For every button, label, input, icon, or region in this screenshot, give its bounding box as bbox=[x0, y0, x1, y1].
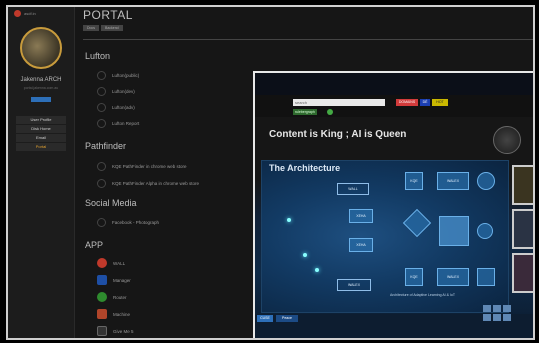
sidebar-item-disk-home[interactable]: Disk Home bbox=[16, 125, 66, 133]
give-me-5-app-icon[interactable] bbox=[97, 326, 107, 336]
page-title: PORTAL bbox=[83, 8, 133, 22]
node-kqe: KQE bbox=[405, 172, 423, 190]
tab-docs[interactable]: Docs bbox=[83, 25, 99, 31]
profile-action-button[interactable] bbox=[31, 97, 51, 102]
section-heading-lufton: Lufton bbox=[85, 51, 111, 61]
link-lufton-public[interactable]: Lufton(public) bbox=[112, 73, 139, 78]
node-wall: WALL bbox=[337, 183, 369, 195]
node-xeha-bottom: XEHA bbox=[349, 238, 373, 252]
tab-backend[interactable]: Backend bbox=[100, 25, 123, 31]
radio-icon[interactable] bbox=[97, 87, 106, 96]
sidebar-item-user-profile[interactable]: User Profile bbox=[16, 116, 66, 124]
app-wall[interactable]: WALL bbox=[113, 261, 125, 266]
wall-app-icon[interactable] bbox=[97, 258, 107, 268]
node-kqe-bottom: KQE bbox=[405, 268, 423, 286]
node-circle-icon bbox=[477, 172, 495, 190]
radio-icon[interactable] bbox=[97, 179, 106, 188]
machine-app-icon[interactable] bbox=[97, 309, 107, 319]
section-heading-social-media: Social Media bbox=[85, 198, 137, 208]
sidebar-item-email[interactable]: Email bbox=[16, 134, 66, 142]
app-machine[interactable]: Machine bbox=[113, 312, 130, 317]
peace-button[interactable]: Peace bbox=[276, 315, 298, 322]
list-item[interactable]: Give Me 5 bbox=[97, 326, 134, 336]
thumbnail-2[interactable] bbox=[512, 209, 533, 249]
cuse-button[interactable]: CUSE bbox=[257, 315, 273, 322]
tag-badge[interactable]: rulebergraph bbox=[293, 109, 317, 115]
link-lufton-report[interactable]: Lufton Report bbox=[112, 121, 139, 126]
domains-chip[interactable]: DOMAINS bbox=[396, 99, 418, 106]
router-app-icon[interactable] bbox=[97, 292, 107, 302]
hot-chip[interactable]: HOT bbox=[432, 99, 448, 106]
radio-icon[interactable] bbox=[97, 71, 106, 80]
sidebar: asdf.in Jakenna ARCH portal.jakenna.com.… bbox=[8, 7, 75, 338]
sidebar-item-portal[interactable]: Portal bbox=[16, 143, 66, 151]
thumbnail-3[interactable] bbox=[512, 253, 533, 293]
node-walex-top: WALEX bbox=[437, 172, 469, 190]
link-pathfinder[interactable]: KQE PathFinder in chrome web store bbox=[112, 164, 187, 169]
list-item[interactable]: KQE PathFinder in chrome web store bbox=[97, 162, 187, 171]
section-heading-pathfinder: Pathfinder bbox=[85, 141, 127, 151]
radio-icon[interactable] bbox=[97, 103, 106, 112]
thumbnail-strip bbox=[512, 165, 533, 297]
app-logo-icon[interactable] bbox=[14, 10, 21, 17]
radio-icon[interactable] bbox=[97, 162, 106, 171]
manager-app-icon[interactable] bbox=[97, 275, 107, 285]
list-item[interactable]: Facebook - Photograph bbox=[97, 218, 159, 227]
app-router[interactable]: Router bbox=[113, 295, 127, 300]
link-lufton-adv[interactable]: Lufton(adv) bbox=[112, 105, 135, 110]
link-pathfinder-alpha[interactable]: KQE PathFinder Alpha in chrome web store bbox=[112, 181, 199, 186]
list-item[interactable]: Lufton Report bbox=[97, 119, 139, 128]
seal-icon bbox=[493, 126, 521, 154]
sidebar-title: asdf.in bbox=[24, 11, 36, 16]
radio-icon[interactable] bbox=[97, 218, 106, 227]
list-item[interactable]: Lufton(adv) bbox=[97, 103, 135, 112]
architecture-caption: Architecture of Adaptive Learning AI & I… bbox=[390, 293, 455, 297]
glow-dot-icon bbox=[303, 253, 307, 257]
list-item[interactable]: KQE PathFinder Alpha in chrome web store bbox=[97, 179, 199, 188]
node-walex-bottom: WALEX bbox=[437, 268, 469, 286]
link-facebook[interactable]: Facebook - Photograph bbox=[112, 220, 159, 225]
list-item[interactable]: Lufton(dev) bbox=[97, 87, 135, 96]
node-xeha-top: XEHA bbox=[349, 209, 373, 223]
node-cube-icon bbox=[439, 216, 469, 246]
de-chip[interactable]: DÉ bbox=[420, 99, 430, 106]
status-dot-icon bbox=[327, 109, 333, 115]
preview-overlay[interactable]: search DOMAINS DÉ HOT rulebergraph Conte… bbox=[253, 71, 533, 338]
list-item[interactable]: WALL bbox=[97, 258, 125, 268]
architecture-diagram bbox=[261, 160, 509, 313]
list-item[interactable]: Router bbox=[97, 292, 127, 302]
thumbnail-1[interactable] bbox=[512, 165, 533, 205]
grid-view-icon[interactable] bbox=[483, 305, 511, 321]
app-manager[interactable]: Manager bbox=[113, 278, 131, 283]
app-give-me-5[interactable]: Give Me 5 bbox=[113, 329, 134, 334]
search-input[interactable]: search bbox=[293, 99, 385, 106]
node-walex-label: WALEX bbox=[337, 279, 371, 291]
list-item[interactable]: Machine bbox=[97, 309, 130, 319]
avatar[interactable] bbox=[20, 27, 62, 69]
user-subtitle: portal.jakenna.com.au bbox=[23, 86, 59, 90]
link-lufton-dev[interactable]: Lufton(dev) bbox=[112, 89, 135, 94]
headline: Content is King ; AI is Queen bbox=[269, 129, 407, 140]
user-name: Jakenna ARCH bbox=[20, 77, 62, 83]
list-item[interactable]: Manager bbox=[97, 275, 131, 285]
sidebar-menu: User Profile Disk Home Email Portal bbox=[16, 116, 66, 152]
header-divider bbox=[83, 39, 533, 40]
node-sphere-icon bbox=[477, 223, 493, 239]
radio-icon[interactable] bbox=[97, 119, 106, 128]
sidebar-header: asdf.in bbox=[14, 10, 36, 17]
glow-dot-icon bbox=[315, 268, 319, 272]
section-heading-app: APP bbox=[85, 240, 104, 250]
tab-bar: Docs Backend bbox=[83, 25, 123, 31]
node-square-icon bbox=[477, 268, 495, 286]
glow-dot-icon bbox=[287, 218, 291, 222]
list-item[interactable]: Lufton(public) bbox=[97, 71, 139, 80]
architecture-title: The Architecture bbox=[269, 163, 341, 173]
browser-frame: asdf.in Jakenna ARCH portal.jakenna.com.… bbox=[6, 5, 535, 340]
